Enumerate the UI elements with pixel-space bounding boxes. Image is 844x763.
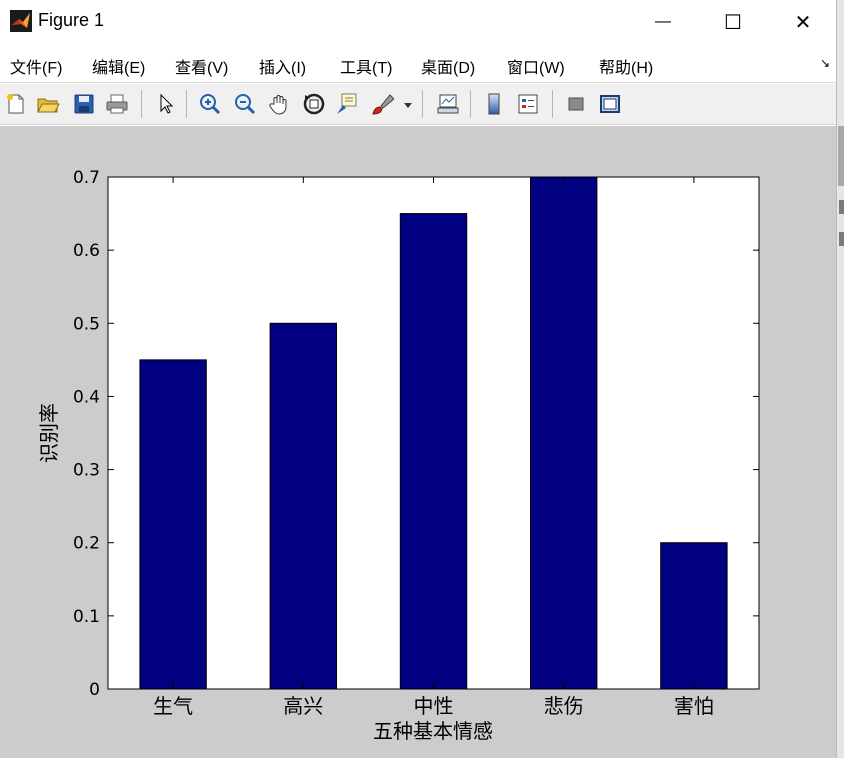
y-tick-label: 0.1 xyxy=(73,607,100,627)
close-button[interactable]: ✕ xyxy=(780,4,826,40)
x-tick-label: 生气 xyxy=(153,694,193,718)
link-plot-icon[interactable] xyxy=(436,92,460,116)
edge-mark xyxy=(839,232,844,246)
bar-2 xyxy=(399,213,468,690)
bar-chart: 0 0.1 0.2 0.3 0.4 0.5 0.6 0.7 生气 高兴 中性 悲伤 害怕 五种基本情感… xyxy=(37,168,760,743)
brush-icon[interactable] xyxy=(370,92,394,116)
toolbar-separator xyxy=(470,90,471,118)
x-tick-label: 害怕 xyxy=(674,694,714,718)
menu-window[interactable]: 窗口(W) xyxy=(507,54,565,78)
minimize-button[interactable]: — xyxy=(640,4,686,40)
minimize-icon: — xyxy=(655,13,671,30)
hide-plot-tools-icon[interactable] xyxy=(564,92,588,116)
zoom-in-icon[interactable] xyxy=(198,92,222,116)
bar-0 xyxy=(139,359,207,690)
zoom-out-icon[interactable] xyxy=(233,92,257,116)
pointer-icon[interactable] xyxy=(154,92,178,116)
x-axis-label: 五种基本情感 xyxy=(373,719,493,743)
y-tick-label: 0.3 xyxy=(73,461,100,481)
open-file-icon[interactable] xyxy=(36,92,60,116)
title-bar: Figure 1 — ☐ ✕ xyxy=(0,0,844,44)
maximize-button[interactable]: ☐ xyxy=(710,4,756,40)
bar-1 xyxy=(269,322,338,690)
scrollbar-thumb[interactable] xyxy=(838,126,844,186)
toolbar-separator xyxy=(186,90,187,118)
data-cursor-icon[interactable] xyxy=(334,92,358,116)
toolbar-separator xyxy=(141,90,142,118)
y-tick-label: 0.4 xyxy=(73,387,100,407)
bar-3 xyxy=(529,176,598,690)
legend-icon[interactable] xyxy=(516,92,540,116)
y-tick-label: 0.5 xyxy=(73,314,100,334)
menu-insert[interactable]: 插入(I) xyxy=(259,54,306,78)
brush-dropdown-icon[interactable] xyxy=(396,92,412,116)
figure-canvas: 0 0.1 0.2 0.3 0.4 0.5 0.6 0.7 生气 高兴 中性 悲伤 害怕 五种基本情感… xyxy=(0,126,836,758)
close-icon: ✕ xyxy=(794,11,812,34)
matlab-logo-icon xyxy=(10,10,32,32)
toolbar-separator xyxy=(422,90,423,118)
dock-arrow-icon[interactable]: ↘ xyxy=(820,56,830,70)
menu-view[interactable]: 查看(V) xyxy=(175,54,228,78)
y-tick-label: 0.6 xyxy=(73,241,100,261)
menu-tools[interactable]: 工具(T) xyxy=(340,54,392,78)
x-tick-label: 悲伤 xyxy=(544,694,584,718)
y-tick-label: 0 xyxy=(89,680,100,700)
edge-mark xyxy=(839,200,844,214)
rotate-3d-icon[interactable] xyxy=(302,92,326,116)
menu-bar: 文件(F) 编辑(E) 查看(V) 插入(I) 工具(T) 桌面(D) 窗口(W… xyxy=(0,46,836,83)
menu-help[interactable]: 帮助(H) xyxy=(599,54,653,78)
window-edge-strip xyxy=(836,0,844,758)
x-tick-label: 中性 xyxy=(414,694,454,718)
menu-edit[interactable]: 编辑(E) xyxy=(92,54,145,78)
toolbar xyxy=(0,84,836,125)
toolbar-separator xyxy=(552,90,553,118)
x-tick-label: 高兴 xyxy=(283,694,323,718)
y-axis-label: 识别率 xyxy=(37,403,61,463)
bar-4 xyxy=(660,542,728,690)
new-figure-icon[interactable] xyxy=(4,92,28,116)
colorbar-icon[interactable] xyxy=(482,92,506,116)
y-tick-label: 0.7 xyxy=(73,168,100,188)
print-icon[interactable] xyxy=(105,92,129,116)
menu-file[interactable]: 文件(F) xyxy=(10,54,62,78)
window-title: Figure 1 xyxy=(38,10,105,30)
save-icon[interactable] xyxy=(72,92,96,116)
pan-icon[interactable] xyxy=(268,92,292,116)
y-tick-label: 0.2 xyxy=(73,534,100,554)
show-plot-tools-icon[interactable] xyxy=(598,92,622,116)
menu-desktop[interactable]: 桌面(D) xyxy=(421,54,475,78)
maximize-icon: ☐ xyxy=(724,11,742,34)
